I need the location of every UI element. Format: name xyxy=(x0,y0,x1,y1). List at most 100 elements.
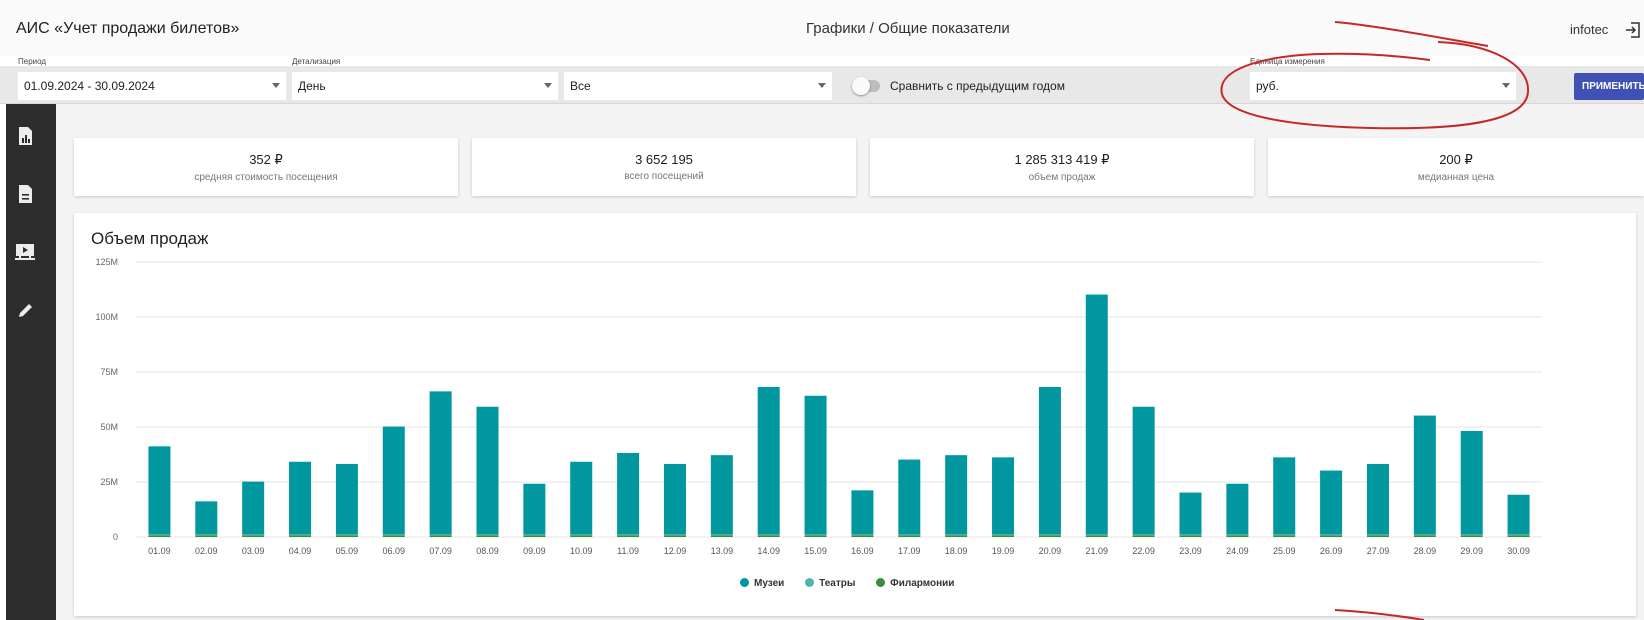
detail-select[interactable]: День xyxy=(292,72,558,100)
bar-philharmonics xyxy=(1413,535,1436,537)
document-icon[interactable] xyxy=(11,182,39,206)
x-tick-label: 20.09 xyxy=(1039,546,1062,556)
period-value: 01.09.2024 - 30.09.2024 xyxy=(24,79,155,93)
bar-philharmonics xyxy=(1273,535,1296,537)
bar-museums xyxy=(148,446,171,535)
y-tick-label: 50M xyxy=(100,422,118,432)
x-tick-label: 21.09 xyxy=(1086,546,1109,556)
bar-museums xyxy=(429,391,452,535)
bar-philharmonics xyxy=(335,535,358,537)
bar-museums xyxy=(710,455,733,535)
bar-philharmonics xyxy=(804,535,827,537)
bar-theaters xyxy=(195,534,218,536)
bar-museums xyxy=(1320,470,1343,535)
chart-title: Объем продаж xyxy=(91,229,209,248)
bar-museums xyxy=(663,463,686,535)
bar-philharmonics xyxy=(1507,535,1530,537)
kpi-card-visits: 3 652 195 всего посещений xyxy=(472,138,856,196)
bar-philharmonics xyxy=(1038,535,1061,537)
pencil-icon[interactable] xyxy=(11,298,39,322)
legend-item-museums[interactable]: Музеи xyxy=(740,578,784,589)
bar-theaters xyxy=(1038,534,1061,536)
x-tick-label: 24.09 xyxy=(1226,546,1249,556)
bar-philharmonics xyxy=(945,535,968,537)
bar-museums xyxy=(1132,406,1155,535)
type-select[interactable]: Все xyxy=(564,72,832,100)
kpi-card-avg-cost: 352 ₽ средняя стоимость посещения xyxy=(74,138,458,196)
app-title: АИС «Учет продажи билетов» xyxy=(16,20,240,37)
bar-theaters xyxy=(1273,534,1296,536)
period-label: Период xyxy=(18,57,47,66)
bar-museums xyxy=(1179,492,1202,535)
x-tick-label: 07.09 xyxy=(429,546,452,556)
user-name[interactable]: infotec xyxy=(1570,22,1608,37)
compare-label: Сравнить с предыдущим годом xyxy=(890,79,1065,93)
bar-theaters xyxy=(335,534,358,536)
kpi-label: объем продаж xyxy=(1028,172,1096,183)
bar-museums xyxy=(1460,430,1483,535)
x-tick-label: 17.09 xyxy=(898,546,921,556)
legend-item-philharmonics[interactable]: Филармонии xyxy=(876,578,954,589)
chevron-down-icon xyxy=(272,83,280,88)
bar-museums xyxy=(289,461,312,535)
legend-item-theaters[interactable]: Театры xyxy=(805,578,855,589)
bar-museums xyxy=(898,459,921,535)
logout-icon[interactable] xyxy=(1624,21,1642,39)
x-tick-label: 16.09 xyxy=(851,546,874,556)
bar-philharmonics xyxy=(898,535,921,537)
bar-philharmonics xyxy=(148,535,171,537)
x-tick-label: 25.09 xyxy=(1273,546,1296,556)
bar-museums xyxy=(804,395,827,535)
presentation-icon[interactable] xyxy=(11,240,39,264)
x-tick-label: 05.09 xyxy=(336,546,359,556)
apply-button[interactable]: ПРИМЕНИТЬ xyxy=(1574,73,1644,100)
bar-museums xyxy=(570,461,593,535)
bar-theaters xyxy=(429,534,452,536)
legend-dot xyxy=(805,578,815,587)
bar-museums xyxy=(335,463,358,535)
kpi-label: всего посещений xyxy=(624,171,704,182)
bar-philharmonics xyxy=(242,535,265,537)
detail-value: День xyxy=(298,79,326,93)
compare-toggle-knob[interactable] xyxy=(852,77,870,95)
unit-value: руб. xyxy=(1256,79,1279,93)
x-tick-label: 04.09 xyxy=(289,546,312,556)
x-tick-label: 08.09 xyxy=(476,546,499,556)
report-chart-icon[interactable] xyxy=(11,124,39,148)
kpi-card-median-price: 200 ₽ медианная цена xyxy=(1268,138,1644,196)
x-tick-label: 22.09 xyxy=(1132,546,1155,556)
bar-museums xyxy=(1085,294,1108,535)
unit-select[interactable]: руб. xyxy=(1250,72,1516,100)
bar-philharmonics xyxy=(1179,535,1202,537)
bar-philharmonics xyxy=(382,535,405,537)
y-tick-label: 75M xyxy=(100,367,118,377)
bar-theaters xyxy=(1226,534,1249,536)
x-tick-label: 29.09 xyxy=(1460,546,1483,556)
bar-philharmonics xyxy=(429,535,452,537)
chevron-down-icon xyxy=(818,83,826,88)
chevron-down-icon xyxy=(1502,83,1510,88)
x-tick-label: 18.09 xyxy=(945,546,968,556)
bar-museums xyxy=(382,426,405,535)
bar-theaters xyxy=(757,534,780,536)
kpi-label: средняя стоимость посещения xyxy=(194,172,338,183)
x-tick-label: 14.09 xyxy=(757,546,780,556)
x-tick-label: 30.09 xyxy=(1507,546,1530,556)
bar-theaters xyxy=(1132,534,1155,536)
bar-theaters xyxy=(382,534,405,536)
bar-theaters xyxy=(1179,534,1202,536)
bar-theaters xyxy=(992,534,1015,536)
bar-theaters xyxy=(1366,534,1389,536)
bar-philharmonics xyxy=(289,535,312,537)
bar-museums xyxy=(195,501,218,535)
bar-philharmonics xyxy=(757,535,780,537)
bar-theaters xyxy=(148,534,171,536)
kpi-value: 3 652 195 xyxy=(635,152,693,167)
period-select[interactable]: 01.09.2024 - 30.09.2024 xyxy=(18,72,286,100)
bar-theaters xyxy=(945,534,968,536)
x-tick-label: 06.09 xyxy=(383,546,406,556)
x-tick-label: 26.09 xyxy=(1320,546,1343,556)
kpi-card-sales-volume: 1 285 313 419 ₽ объем продаж xyxy=(870,138,1254,196)
bar-philharmonics xyxy=(570,535,593,537)
detail-label: Детализация xyxy=(292,57,341,66)
